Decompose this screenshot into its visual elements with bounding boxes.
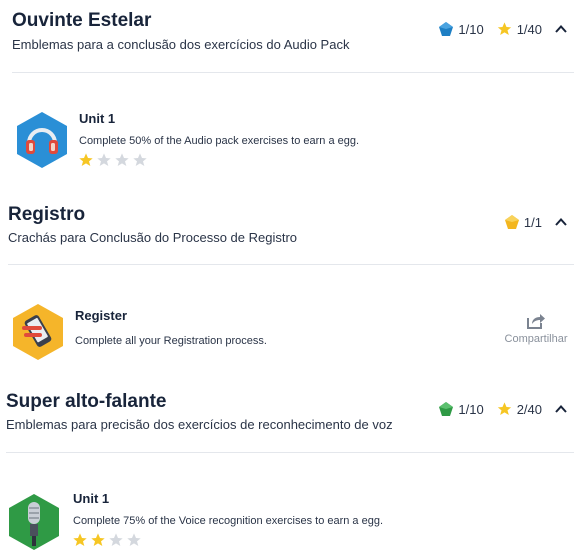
gem-count: 1/1 [523,214,542,230]
section-subtitle: Emblemas para a conclusão dos exercícios… [12,37,350,52]
chevron-up-icon[interactable] [554,22,568,36]
star-empty-icon [115,153,129,166]
section-super-alto-falante: Super alto-falante Emblemas para precisã… [0,384,580,553]
gem-count: 1/10 [458,21,484,37]
chevron-up-icon[interactable] [554,215,568,229]
section-divider [12,72,574,73]
badge-description: Complete 75% of the Voice recognition ex… [73,515,384,527]
badge-title: Unit 1 [73,491,110,506]
star-empty-icon [133,153,147,166]
share-label: Compartilhar [504,333,568,345]
section-title: Super alto-falante [6,391,167,412]
badge-stars [72,532,142,548]
section-title: Registro [8,204,86,225]
star-count: 1/40 [516,21,542,37]
star-icon [497,22,511,35]
gem-stat: 1/10 [438,21,484,37]
badge-row-register[interactable]: Register Complete all your Registration … [0,300,580,370]
gem-stat: 1/1 [504,214,542,230]
gem-count: 1/10 [458,401,484,417]
star-empty-icon [109,533,123,546]
section-header[interactable]: Registro Crachás para Conclusão do Proce… [0,196,580,256]
gem-stat: 1/10 [438,401,484,417]
microphone-badge-icon [9,494,59,550]
chevron-up-icon[interactable] [554,402,568,416]
section-header[interactable]: Ouvinte Estelar Emblemas para a conclusã… [0,0,580,60]
star-stat: 2/40 [496,401,542,417]
star-stat: 1/40 [496,21,542,37]
star-count: 2/40 [516,401,542,417]
badge-title: Unit 1 [79,111,116,126]
headphones-badge-icon [17,112,67,168]
green-gem-icon [439,402,454,416]
star-icon [497,402,511,415]
section-subtitle: Emblemas para precisão dos exercícios de… [6,417,393,432]
gold-gem-icon [504,215,519,229]
section-registro: Registro Crachás para Conclusão do Proce… [0,196,580,376]
star-filled-icon [79,153,93,166]
register-phone-badge-icon [13,304,63,360]
badge-row-unit-1[interactable]: Unit 1 Complete 75% of the Voice recogni… [0,486,580,556]
badge-description: Complete 50% of the Audio pack exercises… [79,135,360,147]
badge-title: Register [75,308,128,323]
section-title: Ouvinte Estelar [12,10,152,31]
section-ouvinte-estelar: Ouvinte Estelar Emblemas para a conclusã… [0,0,580,180]
section-header[interactable]: Super alto-falante Emblemas para precisã… [0,384,580,444]
badge-stars [78,152,148,168]
star-filled-icon [91,533,105,546]
section-divider [8,264,574,265]
section-stats: 1/10 2/40 [438,401,568,417]
section-divider [6,452,574,453]
section-stats: 1/1 [504,214,568,230]
badge-row-unit-1[interactable]: Unit 1 Complete 50% of the Audio pack ex… [0,106,580,176]
star-filled-icon [73,533,87,546]
blue-gem-icon [439,22,454,36]
star-empty-icon [97,153,111,166]
star-empty-icon [127,533,141,546]
badge-description: Complete all your Registration process. [75,335,267,347]
section-subtitle: Crachás para Conclusão do Processo de Re… [8,230,298,245]
share-icon [527,314,545,329]
share-button[interactable]: Compartilhar [496,312,576,345]
section-stats: 1/10 1/40 [438,21,568,37]
